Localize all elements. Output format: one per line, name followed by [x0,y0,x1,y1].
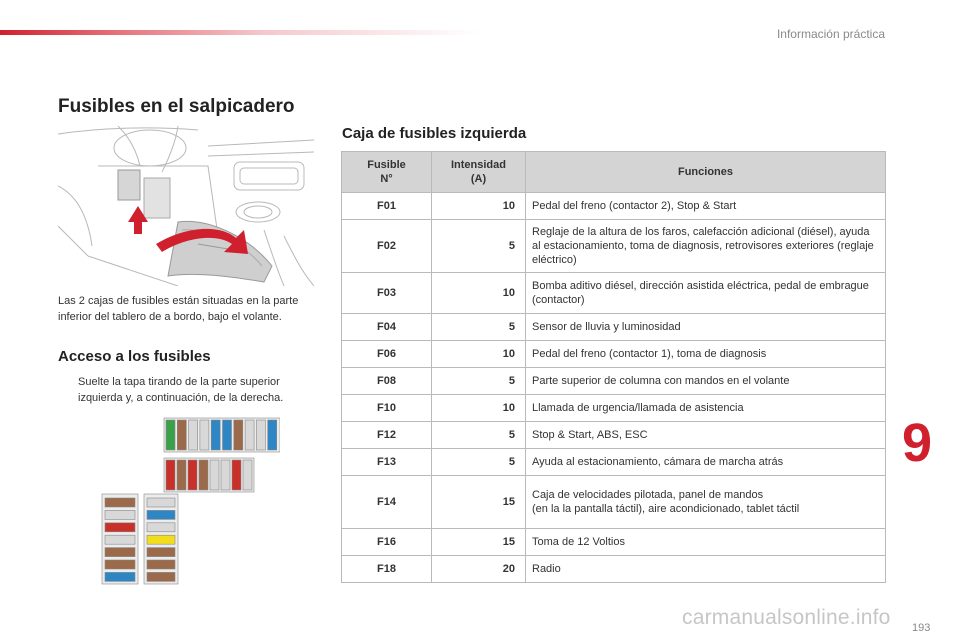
fuse-slot [146,547,176,557]
chapter-number: 9 [902,413,933,473]
fuse-slot [146,534,176,545]
fuse-slot [177,419,187,451]
fuse-slot [267,419,277,451]
fuse-slot [188,419,198,451]
fuse-slot [244,419,255,451]
fuse-slot [104,572,136,582]
fuse-slot [209,459,220,491]
fuse-slot [233,419,244,451]
fuse-slot [210,419,221,451]
table-row: F12 5 Stop & Start, ABS, ESC [341,421,886,449]
access-step-text: Suelte la tapa tirando de la parte super… [78,376,284,404]
fuse-slot [198,459,209,491]
table-row: F08 5 Parte superior de columna con mandos… [341,367,886,395]
fuse-slot [220,459,231,491]
table-row: F03 10 Bomba aditivo diésel, dirección asi… [341,272,886,314]
header-amps: Intensidad (A) [431,151,526,193]
fuse-slot [146,497,176,508]
table-header-row: Fusible N° Intensidad (A) Funciones [341,151,886,193]
fuse-box-diagram [101,417,280,585]
fuse-table: Fusible N° Intensidad (A) Funciones F01 10 P… [341,151,886,583]
table-row: F01 10 Pedal del freno (contactor 2), Stop… [341,192,886,220]
access-step: Suelte la tapa tirando de la parte super… [58,374,320,406]
fuse-slot [146,522,176,533]
fuse-slot [176,459,187,491]
fuse-slot [242,459,253,491]
header-fuse: Fusible N° [341,151,432,193]
section-header: Información práctica [776,27,885,41]
table-row: F16 15 Toma de 12 Voltios [341,528,886,556]
fuse-slot [165,419,176,451]
table-row: F10 10 Llamada de urgencia/llamada de asis… [341,394,886,422]
page-title: Fusibles en el salpicadero [58,96,295,117]
fuse-slot [104,522,136,533]
table-row: F13 5 Ayuda al estacionamiento, cámara de … [341,448,886,476]
table-row: F02 5 Reglaje de la altura de los faros, c… [341,219,886,273]
page-number: 193 [912,622,931,634]
fuse-slot [222,419,232,451]
intro-paragraph: Las 2 cajas de fusibles están situadas e… [58,295,299,323]
fuse-slot [256,419,266,451]
fuse-slot [146,559,176,570]
fuse-slot [231,459,242,491]
fuse-slot [104,559,136,570]
table-row: F18 20 Radio [341,555,886,583]
table-row: F06 10 Pedal del freno (contactor 1), toma… [341,340,886,368]
header-functions: Funciones [525,151,886,193]
dashboard-illustration [58,126,314,286]
fuse-slot [146,510,176,520]
watermark: carmanualsonline.info [682,606,891,629]
fuse-slot [146,572,176,582]
fuse-slot [104,497,136,508]
table-row: F04 5 Sensor de lluvia y luminosidad [341,313,886,341]
access-title: Acceso a los fusibles [58,348,211,365]
fuse-slot [199,419,210,451]
fuse-slot [165,459,176,491]
fuse-slot [104,547,136,557]
fuse-slot [104,534,136,545]
table-title: Caja de fusibles izquierda [342,125,527,142]
header-accent-bar [0,30,480,35]
fuse-slot [104,510,136,520]
table-row: F14 15 Caja de velocidades pilotada, panel… [341,475,886,529]
fuse-slot [187,459,198,491]
